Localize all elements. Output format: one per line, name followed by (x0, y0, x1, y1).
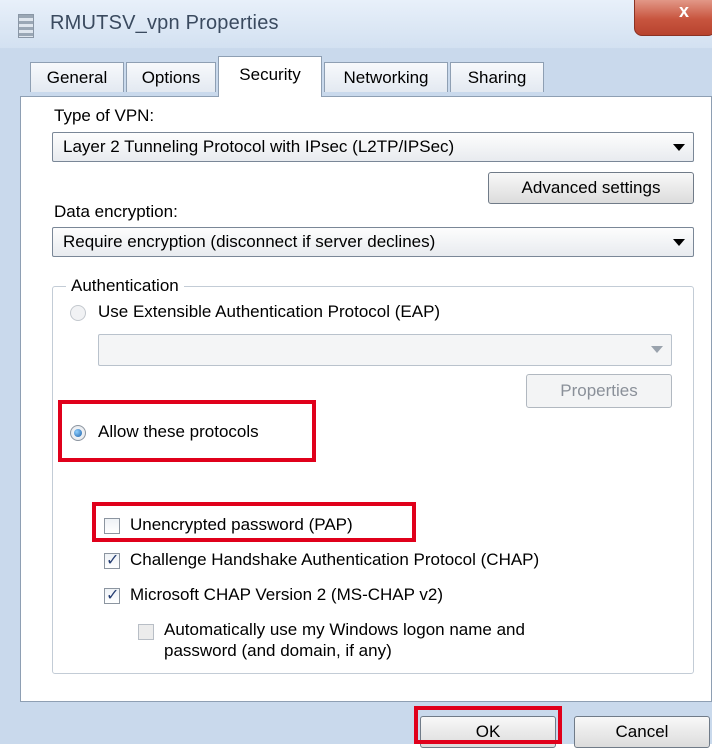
chevron-down-icon (673, 144, 685, 151)
auto-logon-label-line1[interactable]: Automatically use my Windows logon name … (164, 620, 525, 640)
auto-logon-checkbox[interactable] (138, 624, 154, 640)
vpn-type-label: Type of VPN: (54, 106, 155, 125)
tab-options[interactable]: Options (126, 62, 216, 92)
advanced-settings-button[interactable]: Advanced settings (488, 172, 694, 204)
encryption-dropdown[interactable]: Require encryption (disconnect if server… (52, 227, 694, 257)
encryption-label: Data encryption: (54, 202, 178, 221)
authentication-group-title: Authentication (66, 276, 184, 296)
vpn-type-dropdown[interactable]: Layer 2 Tunneling Protocol with IPsec (L… (52, 132, 694, 162)
mschapv2-checkbox[interactable] (104, 585, 120, 604)
vpn-type-value: Layer 2 Tunneling Protocol with IPsec (L… (63, 137, 455, 156)
mschapv2-label[interactable]: Microsoft CHAP Version 2 (MS-CHAP v2) (130, 585, 443, 605)
eap-radio[interactable] (70, 305, 86, 321)
tab-security[interactable]: Security (218, 56, 322, 97)
chap-label[interactable]: Challenge Handshake Authentication Proto… (130, 550, 539, 570)
chevron-down-icon (673, 239, 685, 246)
highlight-allow-protocols (58, 400, 316, 462)
eap-radio-label[interactable]: Use Extensible Authentication Protocol (… (98, 302, 440, 322)
auto-logon-label-line2[interactable]: password (and domain, if any) (164, 641, 392, 661)
close-icon: x (679, 1, 690, 21)
eap-method-dropdown[interactable] (98, 334, 672, 366)
window-title: RMUTSV_vpn Properties (50, 12, 279, 34)
tab-sharing[interactable]: Sharing (450, 62, 544, 92)
title-bar[interactable]: RMUTSV_vpn Properties x (0, 0, 712, 48)
tab-networking[interactable]: Networking (324, 62, 448, 92)
chap-checkbox[interactable] (104, 550, 120, 569)
highlight-ok-button (414, 706, 562, 744)
network-connection-icon (18, 14, 34, 38)
eap-properties-button[interactable]: Properties (526, 374, 672, 408)
chevron-down-icon (651, 346, 663, 353)
highlight-pap (92, 502, 416, 542)
close-button[interactable]: x (634, 0, 712, 36)
properties-window: RMUTSV_vpn Properties x General Options … (0, 0, 712, 748)
cancel-button[interactable]: Cancel (574, 716, 710, 748)
tab-general[interactable]: General (30, 62, 124, 92)
encryption-value: Require encryption (disconnect if server… (63, 232, 436, 251)
